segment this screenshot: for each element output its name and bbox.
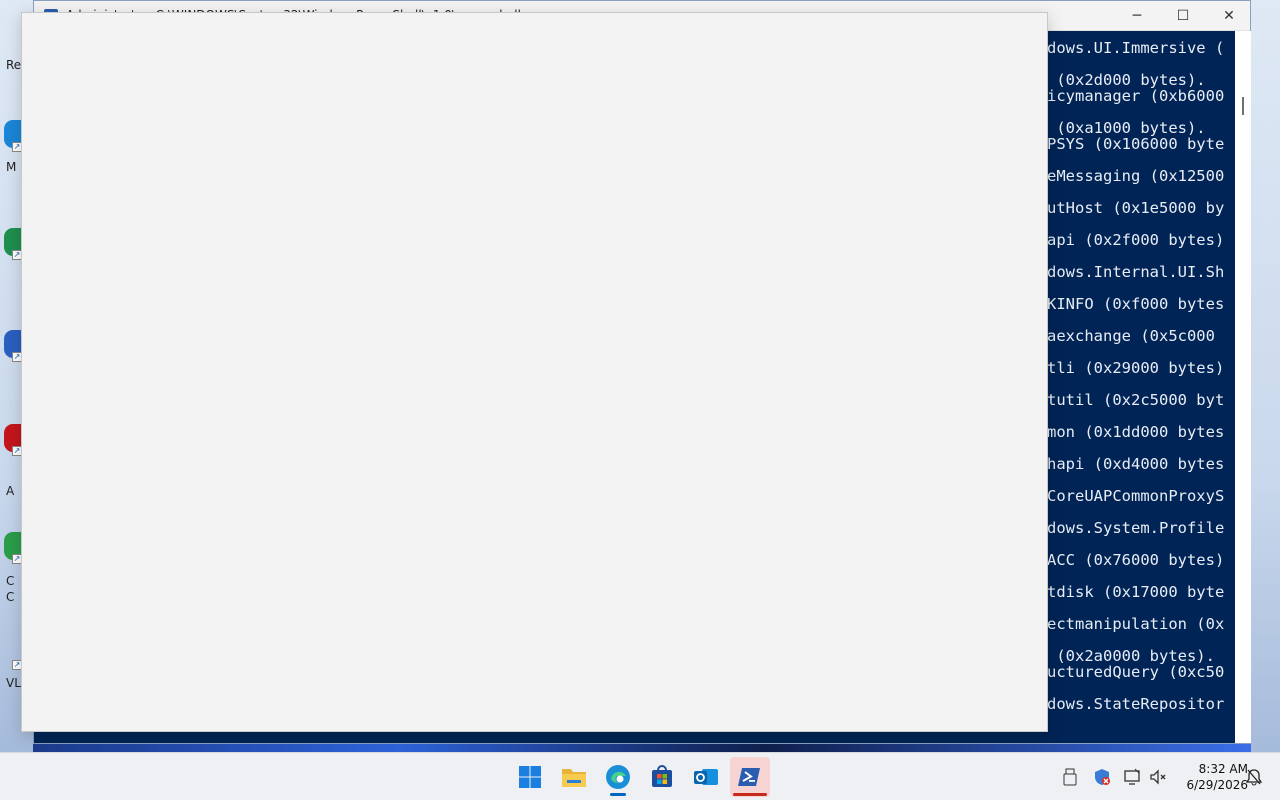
start-button[interactable] [510,757,550,797]
terminal-line: mon (0x1dd000 bytes [1047,423,1225,441]
taskbar: 8:32 AM 6/29/2026 [0,752,1280,800]
terminal-line: dows.UI.Immersive ( [1047,39,1225,57]
terminal-line: icymanager (0xb6000 [1047,87,1225,105]
wallpaper [33,744,1251,752]
terminal-line: PSYS (0x106000 byte [1047,135,1225,153]
terminal-line: tutil (0x2c5000 byt [1047,391,1225,409]
maximize-button[interactable]: ☐ [1160,1,1206,31]
edge-button[interactable] [598,757,638,797]
terminal-line: api (0x2f000 bytes) [1047,231,1225,249]
terminal-line: tli (0x29000 bytes) [1047,359,1225,377]
active-indicator [733,793,767,796]
desktop-label: M [6,160,17,174]
volume-muted-icon[interactable] [1148,767,1168,787]
clock-date: 6/29/2026 [1186,778,1248,792]
windows-logo-icon [519,766,541,788]
powershell-icon [738,768,760,786]
outlook-button[interactable] [686,757,726,797]
desktop-label: C [6,574,15,588]
store-icon [652,765,672,787]
blank-window[interactable] [21,12,1048,732]
running-indicator [610,793,626,796]
desktop-label: Re [6,58,22,72]
close-button[interactable]: ✕ [1206,1,1252,31]
terminal-line: utHost (0x1e5000 by [1047,199,1225,217]
edge-icon [606,765,630,789]
store-button[interactable] [642,757,682,797]
desktop-label: C [6,590,15,604]
folder-icon [562,769,586,787]
terminal-line: tdisk (0x17000 byte [1047,583,1225,601]
powershell-taskbar-button[interactable] [730,757,770,797]
terminal-line: KINFO (0xf000 bytes [1047,295,1225,313]
clock-time: 8:32 AM [1198,762,1248,776]
terminal-line: hapi (0xd4000 bytes [1047,455,1225,473]
network-icon[interactable] [1122,767,1142,787]
usb-device-icon[interactable] [1060,767,1080,787]
outlook-icon [694,769,718,785]
terminal-line: CoreUAPCommonProxyS [1047,487,1225,505]
file-explorer-button[interactable] [554,757,594,797]
terminal-scrollbar[interactable] [1235,31,1251,743]
terminal-line: eMessaging (0x12500 [1047,167,1225,185]
terminal-line: ucturedQuery (0xc50 [1047,663,1225,681]
terminal-line: dows.StateRepositor [1047,695,1225,713]
terminal-line: ACC (0x76000 bytes) [1047,551,1225,569]
taskbar-clock[interactable]: 8:32 AM 6/29/2026 [1172,761,1248,793]
desktop-label: VL [6,676,21,690]
terminal-line: dows.Internal.UI.Sh [1047,263,1225,281]
terminal-line: dows.System.Profile [1047,519,1225,537]
security-shield-icon[interactable] [1092,767,1112,787]
minimize-button[interactable]: ─ [1114,1,1160,31]
scrollbar-thumb[interactable] [1242,97,1244,115]
notification-bell-icon[interactable] [1244,767,1264,787]
terminal-line: ectmanipulation (0x [1047,615,1225,633]
terminal-line: aexchange (0x5c000 [1047,327,1225,345]
desktop-label: A [6,484,15,498]
